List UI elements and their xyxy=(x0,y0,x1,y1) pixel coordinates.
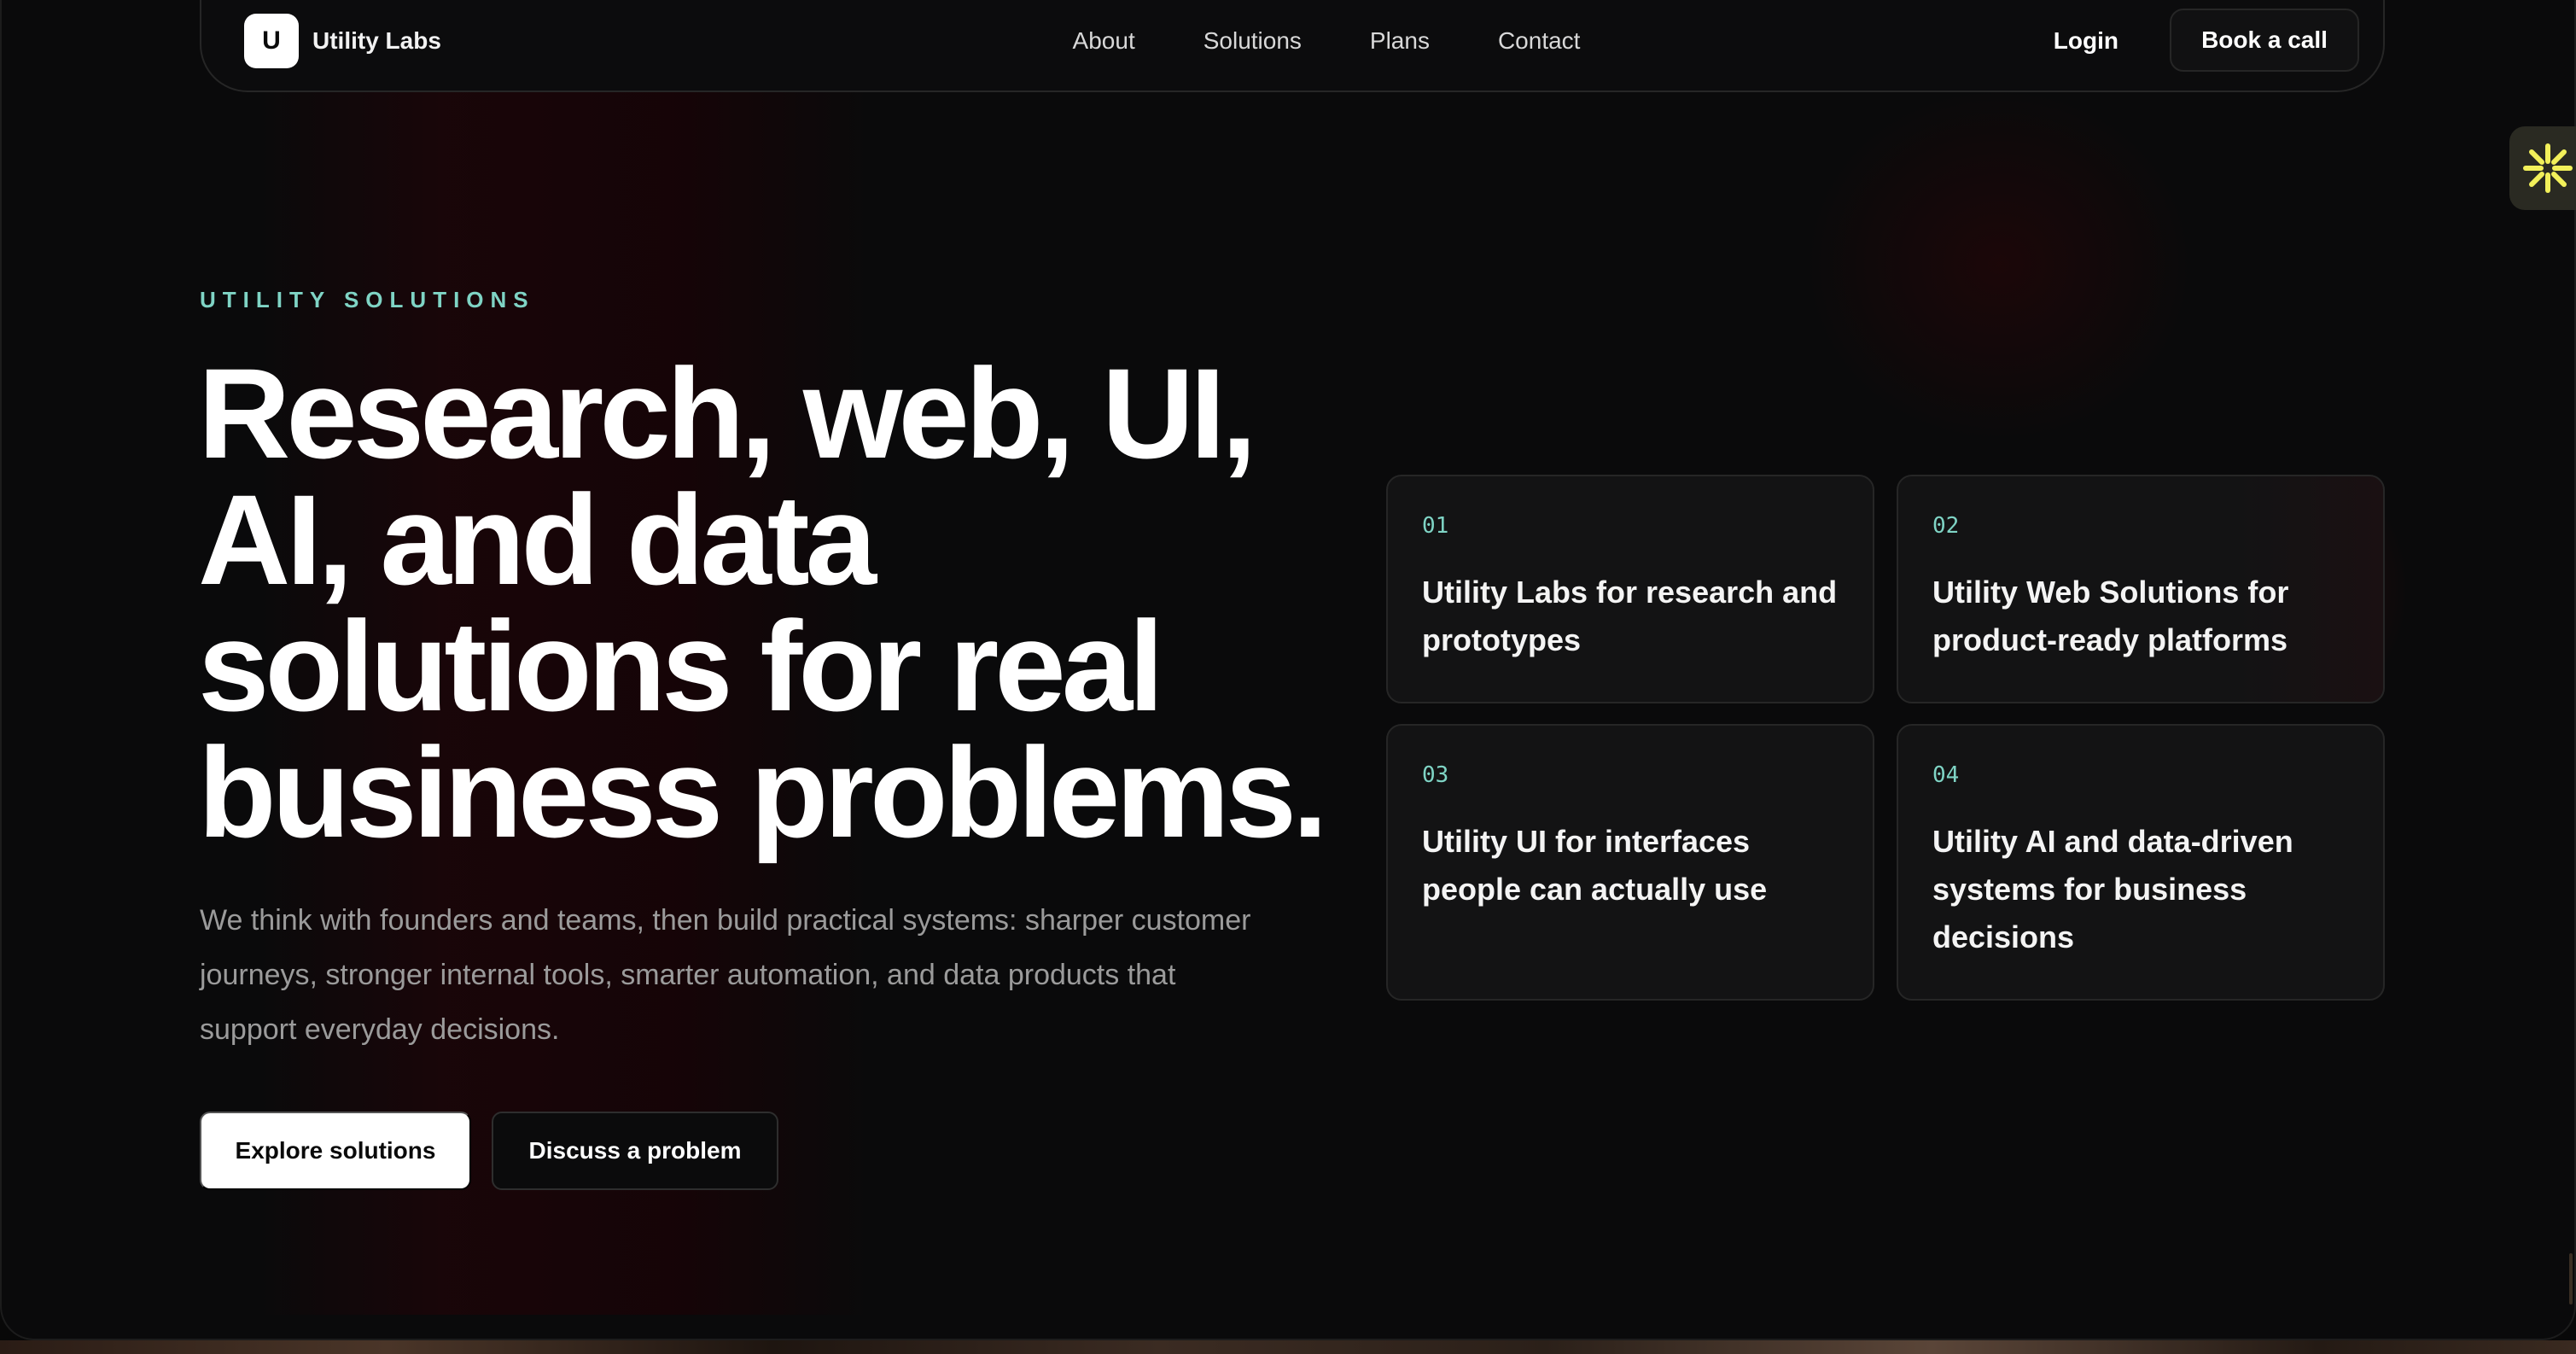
nav-link-solutions[interactable]: Solutions xyxy=(1203,24,1302,58)
card-title: Utility AI and data-driven systems for b… xyxy=(1932,824,2293,954)
background-glow xyxy=(1803,85,2195,444)
logo-mark[interactable]: U xyxy=(244,14,299,68)
headline-line: solutions for real xyxy=(198,594,1164,738)
card-title: Utility Web Solutions for product-ready … xyxy=(1932,575,2289,657)
solution-card-ai[interactable]: 04 Utility AI and data-driven systems fo… xyxy=(1897,724,2385,1001)
nav-link-plans[interactable]: Plans xyxy=(1370,24,1430,58)
solution-card-web[interactable]: 02 Utility Web Solutions for product-rea… xyxy=(1897,475,2385,703)
nav-link-about[interactable]: About xyxy=(1073,24,1135,58)
explore-solutions-button[interactable]: Explore solutions xyxy=(200,1112,471,1190)
background-photo-strip xyxy=(0,1340,2576,1354)
top-navbar: U Utility Labs About Solutions Plans Con… xyxy=(200,0,2385,92)
solution-card-ui[interactable]: 03 Utility UI for interfaces people can … xyxy=(1386,724,1874,1001)
floating-widget-button[interactable] xyxy=(2509,126,2576,210)
hero-eyebrow: UTILITY SOLUTIONS xyxy=(200,287,535,312)
scrollbar-thumb[interactable] xyxy=(2569,1253,2573,1304)
login-link[interactable]: Login xyxy=(2054,24,2118,58)
page-frame: U Utility Labs About Solutions Plans Con… xyxy=(0,0,2576,1340)
asterisk-burst-icon xyxy=(2523,143,2573,193)
card-number: 03 xyxy=(1422,762,1449,788)
card-number: 01 xyxy=(1422,513,1449,539)
card-title: Utility UI for interfaces people can act… xyxy=(1422,824,1768,907)
solution-card-labs[interactable]: 01 Utility Labs for research and prototy… xyxy=(1386,475,1874,703)
card-number: 04 xyxy=(1932,762,1960,788)
discuss-problem-button[interactable]: Discuss a problem xyxy=(492,1112,778,1190)
headline-line: Research, web, UI, xyxy=(198,341,1257,485)
card-title: Utility Labs for research and prototypes xyxy=(1422,575,1838,657)
hero-description: We think with founders and teams, then b… xyxy=(200,904,1251,1046)
brand-name[interactable]: Utility Labs xyxy=(312,24,441,58)
headline-line: AI, and data xyxy=(198,468,877,611)
headline-line: business problems. xyxy=(198,721,1328,864)
book-a-call-button[interactable]: Book a call xyxy=(2170,9,2359,72)
nav-link-contact[interactable]: Contact xyxy=(1498,24,1581,58)
card-number: 02 xyxy=(1932,513,1960,539)
hero-headline: Research, web, UI, AI, and data solution… xyxy=(198,349,1393,856)
